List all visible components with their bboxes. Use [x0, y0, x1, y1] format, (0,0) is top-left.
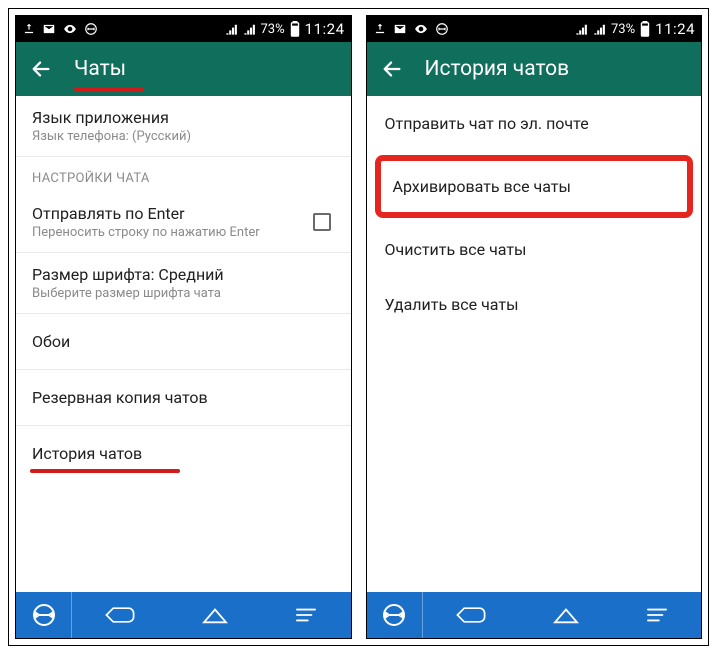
history-list: Отправить чат по эл. почте Архивировать … — [367, 96, 702, 592]
nav-back-icon[interactable] — [454, 604, 488, 626]
signal-icon-2 — [243, 23, 257, 35]
battery-percent: 73% — [261, 22, 285, 37]
item-enter-to-send[interactable]: Отправлять по Enter Переносить строку по… — [16, 192, 351, 253]
item-wallpaper[interactable]: Обои — [16, 314, 351, 370]
settings-list: Язык приложения Язык телефона: (Русский)… — [16, 96, 351, 592]
highlight-underline — [74, 87, 144, 91]
battery-percent: 73% — [611, 22, 635, 37]
nav-home-icon[interactable] — [200, 604, 230, 626]
battery-icon — [289, 21, 301, 37]
back-arrow-icon[interactable] — [30, 58, 52, 80]
app-bar: Чаты — [16, 42, 351, 96]
clock: 11:24 — [655, 20, 695, 38]
item-clear-all-chats[interactable]: Очистить все чаты — [367, 222, 702, 277]
teamviewer-icon[interactable] — [367, 592, 423, 638]
nav-home-icon[interactable] — [551, 604, 581, 626]
checkbox-enter-to-send[interactable] — [313, 213, 331, 231]
eye-icon — [62, 22, 78, 36]
nav-back-icon[interactable] — [103, 604, 137, 626]
signal-icon-2 — [593, 23, 607, 35]
mail-icon — [393, 22, 407, 36]
download-icon — [22, 22, 36, 36]
battery-icon — [639, 21, 651, 37]
back-arrow-icon[interactable] — [381, 58, 403, 80]
item-chat-backup[interactable]: Резервная копия чатов — [16, 370, 351, 426]
phone-screen-1: 73% 11:24 Чаты Язык приложения Язык теле… — [15, 15, 352, 639]
phone-screen-2: 73% 11:24 История чатов Отправить чат по… — [366, 15, 703, 639]
item-app-language[interactable]: Язык приложения Язык телефона: (Русский) — [16, 96, 351, 157]
status-bar: 73% 11:24 — [16, 16, 351, 42]
download-icon — [373, 22, 387, 36]
app-bar: История чатов — [367, 42, 702, 96]
item-font-size[interactable]: Размер шрифта: Средний Выберите размер ш… — [16, 253, 351, 314]
section-chat-settings: НАСТРОЙКИ ЧАТА — [16, 157, 351, 192]
item-chat-history[interactable]: История чатов — [16, 426, 351, 481]
android-nav-bar — [16, 592, 351, 638]
sync-icon — [84, 22, 98, 36]
item-delete-all-chats[interactable]: Удалить все чаты — [367, 277, 702, 332]
item-email-chat[interactable]: Отправить чат по эл. почте — [367, 96, 702, 151]
highlight-underline — [30, 469, 180, 473]
eye-icon — [413, 22, 429, 36]
mail-icon — [42, 22, 56, 36]
signal-icon — [575, 23, 589, 35]
nav-recent-icon[interactable] — [293, 605, 319, 625]
nav-recent-icon[interactable] — [644, 605, 670, 625]
teamviewer-icon[interactable] — [16, 592, 72, 638]
android-nav-bar — [367, 592, 702, 638]
page-title: История чатов — [425, 59, 570, 80]
clock: 11:24 — [305, 20, 345, 38]
page-title: Чаты — [74, 59, 126, 80]
signal-icon — [225, 23, 239, 35]
sync-icon — [435, 22, 449, 36]
item-archive-all-chats[interactable]: Архивировать все чаты — [375, 155, 694, 218]
status-bar: 73% 11:24 — [367, 16, 702, 42]
